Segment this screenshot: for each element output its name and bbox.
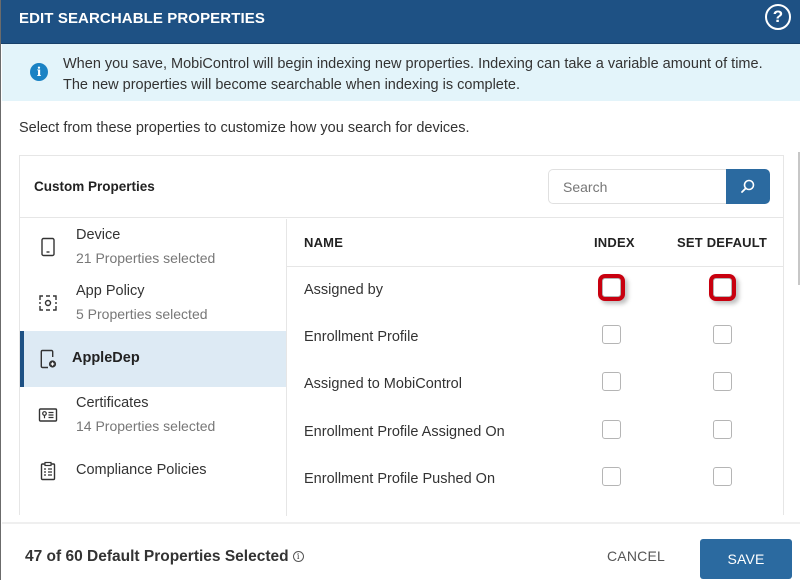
panel-header: Custom Properties xyxy=(20,156,783,218)
help-icon[interactable]: ? xyxy=(765,4,791,30)
sidebar-item-app-policy[interactable]: App Policy 5 Properties selected xyxy=(20,275,286,331)
device-add-icon xyxy=(40,349,57,369)
sidebar-item-count: 5 Properties selected xyxy=(76,306,208,322)
set-default-checkbox[interactable] xyxy=(713,467,732,486)
table-row: Enrollment Profile Pushed On xyxy=(287,457,783,504)
app-policy-icon xyxy=(39,295,57,311)
sidebar-item-label: Certificates xyxy=(76,395,149,411)
sidebar-item-count: 21 Properties selected xyxy=(76,250,216,266)
column-header-index: INDEX xyxy=(594,235,635,250)
table-header: NAME INDEX SET DEFAULT xyxy=(287,219,783,267)
search-box xyxy=(548,169,770,204)
property-name: Enrollment Profile xyxy=(304,329,419,345)
property-name: Enrollment Profile Assigned On xyxy=(304,424,505,440)
default-properties-count-text: 47 of 60 Default Properties Selected xyxy=(25,548,289,565)
category-sidebar: Device 21 Properties selected App Policy… xyxy=(20,219,287,516)
custom-properties-panel: Custom Properties Device 21 Propertie xyxy=(19,155,784,516)
property-name: Assigned to MobiControl xyxy=(304,376,462,392)
info-icon[interactable]: i xyxy=(292,551,304,563)
info-banner: i When you save, MobiControl will begin … xyxy=(2,44,800,101)
sidebar-item-device[interactable]: Device 21 Properties selected xyxy=(20,219,286,275)
sidebar-item-label: Device xyxy=(76,227,121,243)
index-checkbox[interactable] xyxy=(602,325,621,344)
dialog-title: EDIT SEARCHABLE PROPERTIES xyxy=(19,10,265,27)
sidebar-item-label: Compliance Policies xyxy=(76,462,207,478)
sidebar-item-label: App Policy xyxy=(76,283,145,299)
table-row: Enrollment Profile Assigned On xyxy=(287,410,783,457)
index-checkbox[interactable] xyxy=(602,467,621,486)
info-banner-text: When you save, MobiControl will begin in… xyxy=(63,56,763,93)
set-default-checkbox[interactable] xyxy=(713,420,732,439)
clipboard-list-icon xyxy=(40,461,56,481)
save-button[interactable]: SAVE xyxy=(700,539,792,579)
index-checkbox[interactable] xyxy=(602,420,621,439)
set-default-checkbox[interactable] xyxy=(713,325,732,344)
sidebar-item-compliance-policies[interactable]: Compliance Policies xyxy=(20,443,286,499)
search-input[interactable] xyxy=(548,169,728,204)
intro-text: Select from these properties to customiz… xyxy=(19,120,470,136)
dialog-header: EDIT SEARCHABLE PROPERTIES ? xyxy=(1,0,800,44)
property-name: Enrollment Profile Pushed On xyxy=(304,471,496,487)
table-row: Assigned to MobiControl xyxy=(287,362,783,409)
dialog-footer: 47 of 60 Default Properties Selected i CA… xyxy=(2,522,800,580)
info-icon: i xyxy=(30,63,48,81)
sidebar-item-count: 14 Properties selected xyxy=(76,418,216,434)
edit-searchable-properties-dialog: EDIT SEARCHABLE PROPERTIES ? i When you … xyxy=(0,0,800,580)
property-name: Assigned by xyxy=(304,282,383,298)
index-checkbox[interactable] xyxy=(602,278,621,297)
column-header-set-default: SET DEFAULT xyxy=(677,235,768,250)
properties-table: NAME INDEX SET DEFAULT Assigned by Enrol… xyxy=(287,219,783,516)
sidebar-item-appledep[interactable]: AppleDep xyxy=(20,331,286,387)
certificate-icon xyxy=(38,408,58,422)
table-row: Assigned by xyxy=(287,268,783,315)
default-properties-count: 47 of 60 Default Properties Selected i xyxy=(25,548,304,566)
sidebar-item-label: AppleDep xyxy=(72,350,140,366)
search-button[interactable] xyxy=(726,169,770,204)
cancel-button[interactable]: CANCEL xyxy=(607,548,665,564)
mobile-device-icon xyxy=(41,237,55,257)
index-checkbox[interactable] xyxy=(602,372,621,391)
set-default-checkbox[interactable] xyxy=(713,372,732,391)
panel-title: Custom Properties xyxy=(34,179,155,194)
set-default-checkbox[interactable] xyxy=(713,278,732,297)
column-header-name: NAME xyxy=(304,235,344,250)
table-row: Enrollment Profile xyxy=(287,315,783,362)
search-icon xyxy=(741,179,755,193)
sidebar-item-certificates[interactable]: Certificates 14 Properties selected xyxy=(20,387,286,443)
